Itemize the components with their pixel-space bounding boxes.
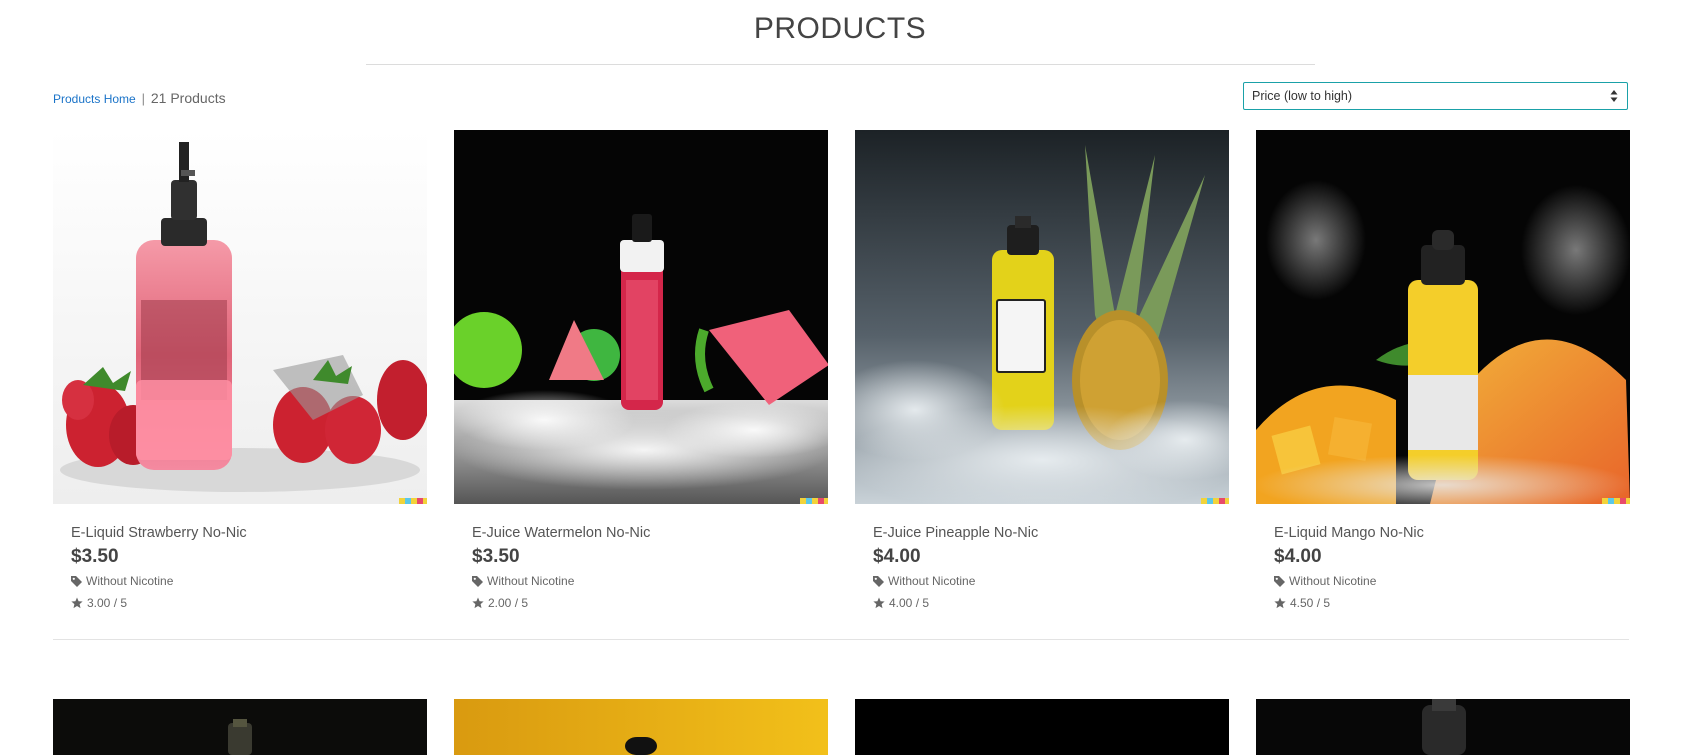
rating-info: 3.00 / 5	[71, 596, 427, 610]
product-card[interactable]: E-Liquid Mango No-Nic $4.00 Without Nico…	[1256, 130, 1630, 610]
nicotine-label: Without Nicotine	[888, 574, 976, 588]
product-price: $4.00	[1274, 546, 1322, 567]
rating-value: 4.00 / 5	[889, 596, 930, 610]
star-icon	[1274, 597, 1286, 609]
nicotine-info: Without Nicotine	[873, 574, 1229, 588]
product-name[interactable]: E-Juice Watermelon No-Nic	[472, 525, 828, 541]
star-icon	[472, 597, 484, 609]
breadcrumb: Products Home | 21 Products	[53, 90, 226, 106]
star-icon	[71, 597, 83, 609]
row-divider	[53, 639, 1629, 640]
product-name[interactable]: E-Juice Pineapple No-Nic	[873, 525, 1229, 541]
product-image[interactable]	[855, 699, 1229, 755]
product-image[interactable]	[855, 130, 1229, 504]
page-title: PRODUCTS	[753, 12, 927, 45]
tag-icon	[873, 575, 884, 587]
title-divider	[366, 64, 1315, 65]
product-price: $3.50	[71, 546, 119, 567]
product-name[interactable]: E-Liquid Strawberry No-Nic	[71, 525, 427, 541]
product-image[interactable]	[1256, 699, 1630, 755]
product-image[interactable]	[53, 699, 427, 755]
product-price: $4.00	[873, 546, 921, 567]
product-card[interactable]: E-Juice Pineapple No-Nic $4.00 Without N…	[855, 130, 1229, 610]
sort-arrows-icon	[1610, 90, 1618, 102]
nicotine-label: Without Nicotine	[86, 574, 174, 588]
sort-selected-value: Price (low to high)	[1252, 89, 1353, 103]
product-card[interactable]: E-Liquid Strawberry No-Nic $3.50 Without…	[53, 130, 427, 610]
products-page: PRODUCTS Products Home | 21 Products Pri…	[0, 0, 1706, 755]
nicotine-label: Without Nicotine	[1289, 574, 1377, 588]
tag-icon	[1274, 575, 1285, 587]
product-count: 21 Products	[150, 90, 226, 106]
nicotine-info: Without Nicotine	[1274, 574, 1630, 588]
rating-info: 4.50 / 5	[1274, 596, 1630, 610]
nicotine-label: Without Nicotine	[487, 574, 575, 588]
product-name[interactable]: E-Liquid Mango No-Nic	[1274, 525, 1630, 541]
nicotine-info: Without Nicotine	[472, 574, 828, 588]
product-price: $3.50	[472, 546, 520, 567]
product-card[interactable]: E-Juice Watermelon No-Nic $3.50 Without …	[454, 130, 828, 610]
rating-info: 2.00 / 5	[472, 596, 828, 610]
star-icon	[873, 597, 885, 609]
nicotine-info: Without Nicotine	[71, 574, 427, 588]
products-home-link[interactable]: Products Home	[53, 92, 136, 106]
product-image[interactable]	[454, 130, 828, 504]
product-image[interactable]	[53, 130, 427, 504]
rating-value: 2.00 / 5	[488, 596, 529, 610]
rating-value: 3.00 / 5	[87, 596, 128, 610]
product-image[interactable]	[1256, 130, 1630, 504]
tag-icon	[71, 575, 82, 587]
rating-value: 4.50 / 5	[1290, 596, 1331, 610]
rating-info: 4.00 / 5	[873, 596, 1229, 610]
product-image[interactable]	[454, 699, 828, 755]
sort-select[interactable]: Price (low to high)	[1243, 82, 1628, 110]
tag-icon	[472, 575, 483, 587]
breadcrumb-separator: |	[141, 91, 145, 106]
